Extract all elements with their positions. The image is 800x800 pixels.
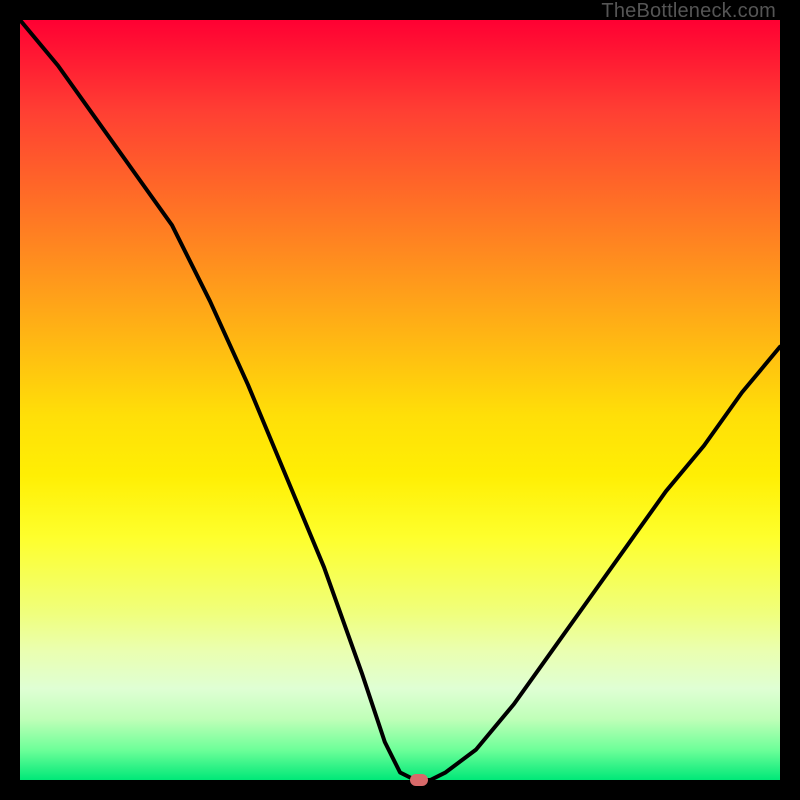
chart-frame: TheBottleneck.com (0, 0, 800, 800)
watermark-text: TheBottleneck.com (601, 0, 776, 23)
bottleneck-curve (20, 20, 780, 780)
plot-area (20, 20, 780, 780)
optimal-point-marker (410, 774, 428, 786)
